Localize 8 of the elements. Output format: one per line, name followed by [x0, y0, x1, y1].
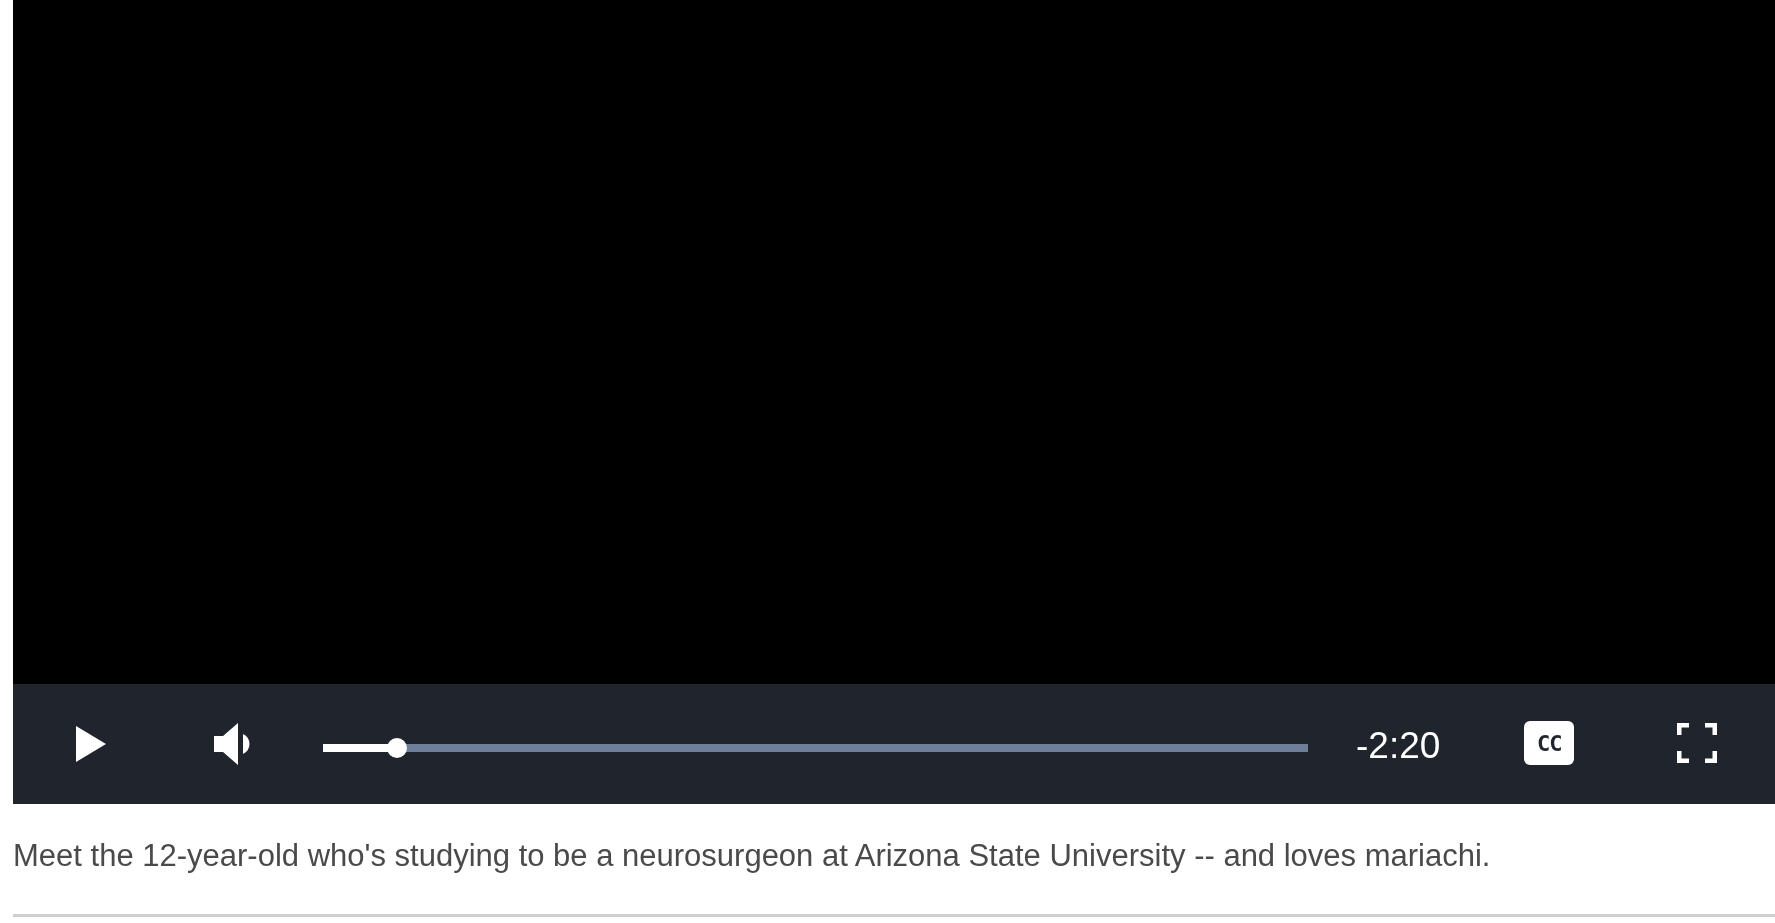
progress-handle[interactable] [386, 738, 407, 758]
fullscreen-button[interactable] [1677, 723, 1718, 763]
play-icon [74, 724, 108, 764]
fullscreen-icon [1677, 723, 1718, 763]
video-caption: Meet the 12-year-old who's studying to be a neurosurgeon at Arizona State University -- and loves mariachi. [13, 838, 1492, 874]
time-remaining: -2:20 [1356, 725, 1441, 767]
play-button[interactable] [74, 724, 108, 764]
captions-button[interactable]: CC [1524, 721, 1575, 765]
